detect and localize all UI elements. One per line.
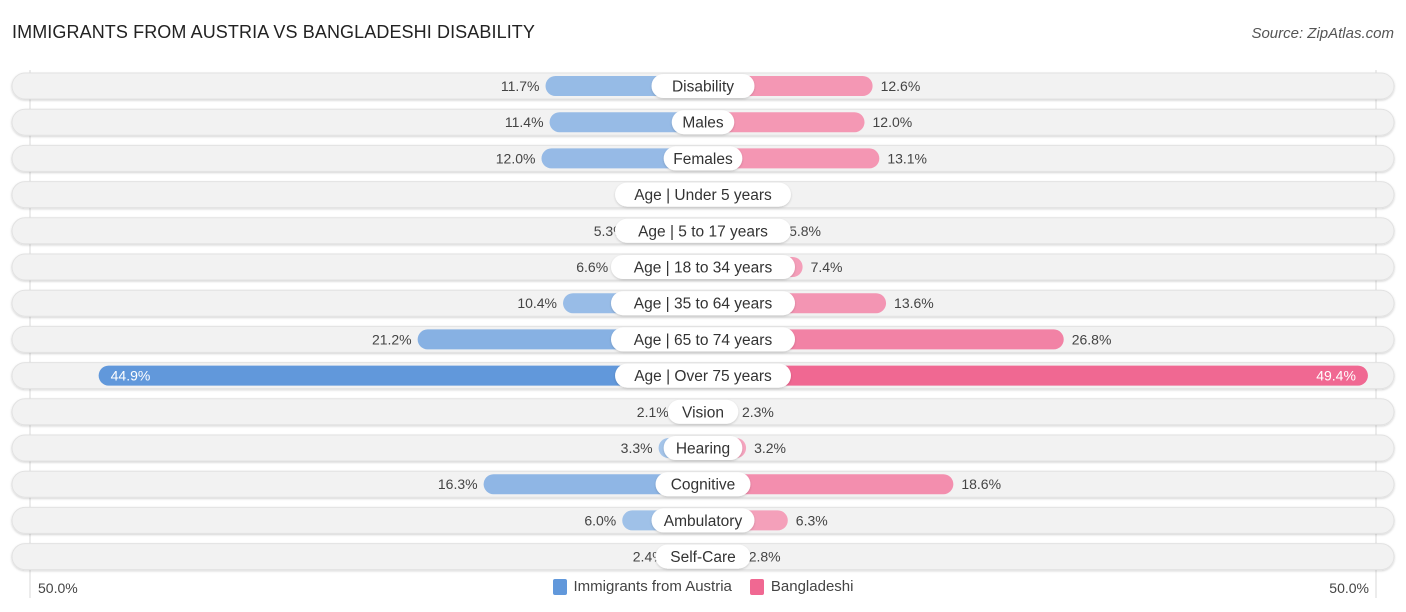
value-label-austria: 6.0% — [584, 512, 616, 528]
value-label-bangladeshi: 49.4% — [1316, 368, 1356, 384]
value-label-austria: 16.3% — [438, 476, 478, 492]
value-label-austria: 44.9% — [111, 368, 151, 384]
category-label: Vision — [682, 404, 724, 421]
category-label: Self-Care — [670, 549, 735, 566]
value-label-bangladeshi: 13.6% — [894, 295, 934, 311]
legend-label-austria: Immigrants from Austria — [573, 578, 732, 595]
legend-swatch-bangladeshi — [749, 578, 764, 595]
category-label: Age | 65 to 74 years — [634, 332, 773, 349]
value-label-austria: 11.4% — [505, 114, 544, 130]
value-label-bangladeshi: 2.8% — [749, 549, 781, 565]
category-label: Cognitive — [671, 477, 736, 494]
chart-canvas: 11.7% 12.6% Disability 11.4% 12.0% Males 12.0%… — [11, 70, 1395, 598]
category-label: Females — [673, 151, 733, 168]
value-label-bangladeshi: 26.8% — [1072, 331, 1112, 347]
value-label-bangladeshi: 7.4% — [811, 259, 843, 275]
value-label-bangladeshi: 13.1% — [887, 150, 927, 166]
category-label: Males — [682, 115, 724, 132]
legend: Immigrants from Austria Bangladeshi — [0, 578, 1406, 595]
category-label: Age | 5 to 17 years — [638, 223, 768, 240]
value-label-austria: 21.2% — [372, 331, 412, 347]
value-label-bangladeshi: 3.2% — [754, 440, 786, 456]
value-label-austria: 2.1% — [637, 404, 669, 420]
category-label: Hearing — [676, 441, 730, 458]
value-label-austria: 11.7% — [501, 78, 540, 94]
legend-item-austria: Immigrants from Austria — [552, 578, 732, 595]
category-label: Age | 18 to 34 years — [634, 260, 773, 277]
category-label: Disability — [672, 79, 734, 96]
legend-item-bangladeshi: Bangladeshi — [749, 578, 854, 595]
value-label-bangladeshi: 5.8% — [789, 223, 821, 239]
value-label-austria: 3.3% — [621, 440, 653, 456]
value-label-austria: 12.0% — [496, 150, 536, 166]
legend-label-bangladeshi: Bangladeshi — [770, 578, 854, 595]
category-label: Ambulatory — [664, 513, 743, 530]
category-label: Age | 35 to 64 years — [634, 296, 773, 313]
value-label-bangladeshi: 12.0% — [873, 114, 913, 130]
value-label-bangladeshi: 18.6% — [961, 476, 1001, 492]
value-label-austria: 6.6% — [576, 259, 608, 275]
value-label-bangladeshi: 2.3% — [742, 404, 774, 420]
bar-bangladeshi — [703, 365, 1368, 386]
value-label-bangladeshi: 12.6% — [881, 78, 921, 94]
value-label-austria: 10.4% — [517, 295, 557, 311]
bar-austria — [98, 365, 703, 386]
category-label: Age | Under 5 years — [634, 187, 772, 204]
value-label-bangladeshi: 6.3% — [796, 512, 828, 528]
category-label: Age | Over 75 years — [634, 368, 772, 385]
legend-swatch-austria — [552, 578, 567, 595]
